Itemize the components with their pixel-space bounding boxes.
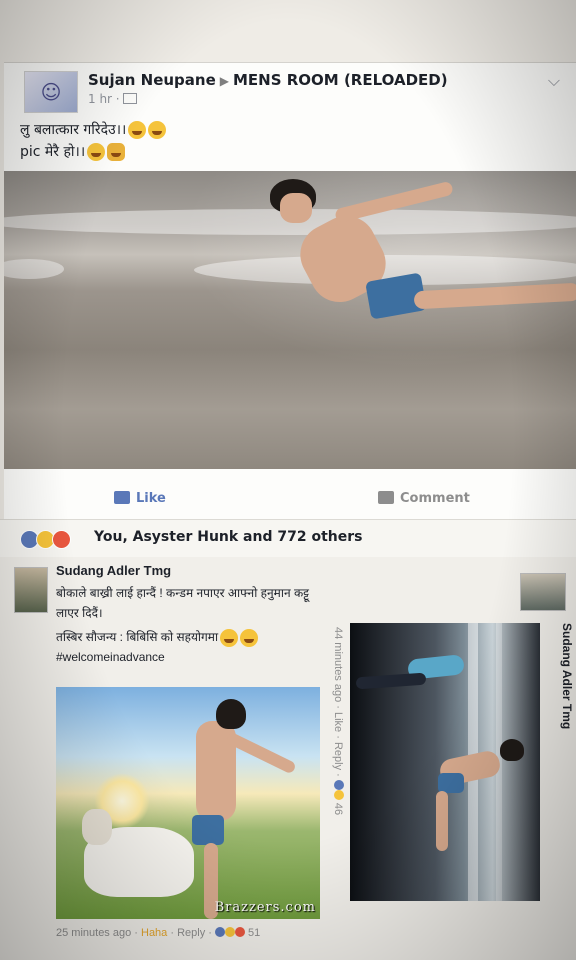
reaction-icons [20,530,71,549]
haha-reaction-icon [224,927,235,937]
post-text-line1: लु बलात्कार गरिदेउ।। [20,122,127,138]
goat-head [82,809,112,845]
comments-section: Sudang Adler Tmg बोकाले बाख्री लाई हान्द… [0,557,576,960]
post-text-line2: pic मेरै हो।। [20,144,86,160]
person-head [216,699,246,729]
chevron-down-icon[interactable]: ⌵ [548,71,560,91]
love-reaction-icon [234,927,245,937]
comment-credit: तस्बिर सौजन्य : बिबिसि को सहयोगमा [56,630,219,644]
watermark: Brazzers.com [214,900,316,915]
haha-reaction-icon [334,789,344,800]
comment-button[interactable]: Comment [378,491,470,506]
reaction-count[interactable]: 46 [332,803,344,815]
post-header: Sujan Neupane ▶ MENS ROOM (RELOADED) [88,71,448,89]
group-name[interactable]: MENS ROOM (RELOADED) [233,71,448,89]
comment-author[interactable]: Sudang Adler Tmg [560,623,574,729]
thumbs-up-icon [114,491,130,504]
post-text: लु बलात्कार गरिदेउ।। pic मेरै हो।। [20,119,167,163]
action-bar: Like Comment [4,481,576,517]
person-face [280,193,312,223]
comment-meta: 44 minutes ago · Like · Reply · 46 [332,627,344,815]
laugh-emoji-icon [128,121,147,139]
post-time-text: 1 hr · [88,92,120,106]
person-head [500,739,524,761]
laugh-emoji-icon [148,121,167,139]
comment-reaction-icons [214,927,245,939]
post-photo[interactable] [4,171,576,469]
commenter-avatar[interactable] [14,567,48,613]
post-time[interactable]: 1 hr · [88,92,138,106]
arrow-icon: ▶ [219,74,229,88]
reply-link[interactable]: Reply [177,927,205,939]
comment-icon [378,491,394,504]
like-reaction-icon [334,779,344,790]
person-shorts [192,815,224,845]
author-avatar[interactable]: ☺ [24,71,78,113]
person-leg [436,791,448,851]
comment-hashtag[interactable]: #welcomeinadvance [56,647,326,667]
like-label: Like [136,491,166,506]
wave [4,259,64,279]
reactions-row[interactable]: You, Asyster Hunk and 772 others [0,519,576,559]
comment-meta: 25 minutes ago · Haha · Reply · 51 [56,927,261,939]
audience-icon [123,93,138,104]
angry-reaction-icon [52,530,71,549]
commenter-avatar[interactable] [520,573,566,611]
comment-author[interactable]: Sudang Adler Tmg [56,563,171,578]
reaction-count[interactable]: 51 [248,927,260,939]
smirk-emoji-icon [87,143,106,161]
person-shorts [438,773,464,793]
author-name[interactable]: Sujan Neupane [88,71,216,89]
comment-label: Comment [400,491,470,506]
laugh-emoji-icon [240,628,259,647]
person-leg [355,672,427,690]
comment-body: बोकाले बाख्री लाई हान्दैं ! कन्डम नपाएर … [56,583,326,667]
comment-meta-text: 44 minutes ago · Like · Reply · [332,627,344,777]
reaction-icons [332,779,344,800]
comment-time[interactable]: 25 minutes ago [56,927,131,939]
post-card: ☺ Sujan Neupane ▶ MENS ROOM (RELOADED) 1 h… [4,62,576,519]
comment-text: बोकाले बाख्री लाई हान्दैं ! कन्डम नपाएर … [56,586,310,620]
reactions-summary[interactable]: You, Asyster Hunk and 772 others [94,529,362,545]
laugh-emoji-icon [220,628,239,647]
fist-emoji-icon [107,143,126,161]
like-button[interactable]: Like [114,491,166,506]
like-reaction-icon [214,927,225,937]
haha-link[interactable]: Haha [141,927,167,939]
comment-photo[interactable]: Brazzers.com [56,687,320,919]
comment-photo[interactable] [350,623,540,901]
person-leg [413,282,576,310]
